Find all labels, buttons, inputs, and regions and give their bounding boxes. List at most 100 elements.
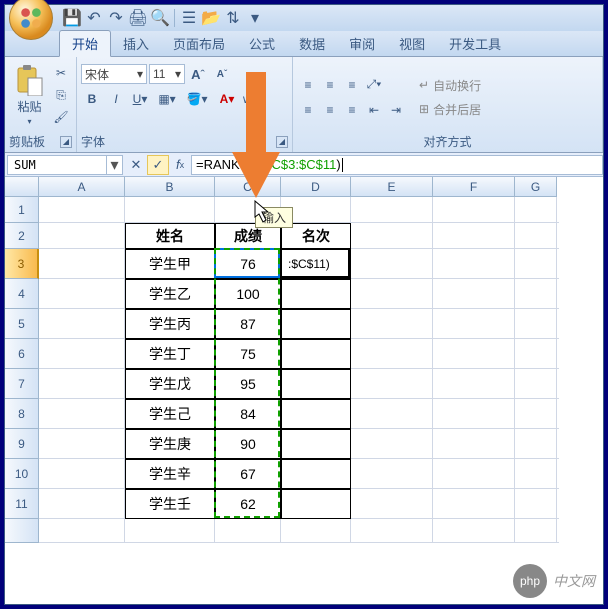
shrink-font-icon[interactable]: Aˇ [212,64,232,84]
paste-button[interactable]: 粘贴 ▾ [9,64,50,126]
column-header[interactable]: G [515,177,557,197]
row-header[interactable]: 1 [5,197,39,223]
row-header[interactable]: 7 [5,369,39,399]
cell-score[interactable]: 87 [215,309,281,339]
wrap-text-button[interactable]: ↵自动换行 [415,75,485,96]
format-painter-icon[interactable]: 🖌 [51,107,71,127]
row-header[interactable]: 4 [5,279,39,309]
cell-name[interactable]: 学生丁 [125,339,215,369]
grow-font-icon[interactable]: Aˆ [188,64,208,84]
cells-area[interactable]: 姓名成绩名次学生甲76:$C$11)学生乙100学生丙87学生丁75学生戊95学… [39,197,559,577]
dialog-launcher-icon[interactable]: ◢ [60,136,72,148]
font-color-icon[interactable]: A▾ [214,89,240,109]
indent-decrease-icon[interactable]: ⇤ [364,100,384,120]
row-header[interactable]: 8 [5,399,39,429]
row-header[interactable] [5,519,39,543]
align-top-icon[interactable]: ≡ [298,75,318,95]
cell-score[interactable]: 76 [215,249,281,279]
column-header[interactable]: C [215,177,281,197]
cell-score[interactable]: 100 [215,279,281,309]
italic-icon[interactable]: I [106,89,126,109]
row-header[interactable]: 2 [5,223,39,249]
tab-formulas[interactable]: 公式 [237,31,287,56]
cell-rank[interactable]: :$C$11) [281,249,351,279]
cell-score[interactable]: 67 [215,459,281,489]
row-header[interactable]: 5 [5,309,39,339]
fill-color-icon[interactable]: 🪣▾ [184,89,210,109]
align-left-icon[interactable]: ≡ [298,100,318,120]
tab-pagelayout[interactable]: 页面布局 [161,31,237,56]
cut-icon[interactable]: ✂ [51,63,71,83]
cancel-formula-button[interactable]: ✕ [125,155,147,175]
row-header[interactable]: 11 [5,489,39,519]
tab-home[interactable]: 开始 [59,30,111,57]
cell-rank[interactable] [281,399,351,429]
tab-data[interactable]: 数据 [287,31,337,56]
row-header[interactable]: 10 [5,459,39,489]
row-header[interactable]: 6 [5,339,39,369]
cell-score[interactable]: 62 [215,489,281,519]
bold-icon[interactable]: B [82,89,102,109]
cell-name[interactable]: 学生壬 [125,489,215,519]
cell-rank[interactable] [281,429,351,459]
sort-icon[interactable]: ⇅ [224,9,242,27]
merge-center-button[interactable]: ⊞合并后居 [415,99,485,120]
cell-name[interactable]: 学生己 [125,399,215,429]
tab-insert[interactable]: 插入 [111,31,161,56]
cell-score[interactable]: 84 [215,399,281,429]
new-icon[interactable]: ☰ [180,9,198,27]
orientation-icon[interactable]: ⤢▾ [364,75,384,95]
open-icon[interactable]: 📂 [202,9,220,27]
cell-name[interactable]: 学生丙 [125,309,215,339]
cell-rank[interactable] [281,279,351,309]
formula-input[interactable]: =RANK(C3,$C$3:$C$11) [191,155,603,175]
align-bottom-icon[interactable]: ≡ [342,75,362,95]
row-header[interactable]: 3 [5,249,39,279]
cell-name[interactable]: 学生乙 [125,279,215,309]
preview-icon[interactable]: 🔍 [151,9,169,27]
tab-review[interactable]: 审阅 [337,31,387,56]
font-size-select[interactable]: 11▾ [149,64,185,84]
row-header[interactable]: 9 [5,429,39,459]
tab-developer[interactable]: 开发工具 [437,31,513,56]
align-middle-icon[interactable]: ≡ [320,75,340,95]
table-header[interactable]: 姓名 [125,223,215,249]
underline-icon[interactable]: U▾ [130,89,150,109]
more-icon[interactable]: ▾ [246,9,264,27]
phonetic-icon[interactable]: wén [244,89,264,109]
column-header[interactable]: D [281,177,351,197]
select-all-button[interactable] [5,177,39,197]
save-icon[interactable]: 💾 [63,9,81,27]
cell-rank[interactable] [281,309,351,339]
insert-function-button[interactable]: fx [169,155,191,175]
column-header[interactable]: E [351,177,433,197]
cell-rank[interactable] [281,369,351,399]
cell-score[interactable]: 90 [215,429,281,459]
undo-icon[interactable]: ↶ [85,9,103,27]
cell-rank[interactable] [281,339,351,369]
cell-rank[interactable] [281,489,351,519]
border-icon[interactable]: ▦▾ [154,89,180,109]
cell-name[interactable]: 学生甲 [125,249,215,279]
cell-rank[interactable] [281,459,351,489]
column-header[interactable]: F [433,177,515,197]
align-center-icon[interactable]: ≡ [320,100,340,120]
chevron-down-icon[interactable]: ▾ [106,156,122,174]
align-right-icon[interactable]: ≡ [342,100,362,120]
tab-view[interactable]: 视图 [387,31,437,56]
copy-icon[interactable]: ⎘ [51,85,71,105]
name-box[interactable]: SUM ▾ [7,155,123,175]
redo-icon[interactable]: ↷ [107,9,125,27]
cell-score[interactable]: 95 [215,369,281,399]
dialog-launcher-icon[interactable]: ◢ [276,136,288,148]
cell-name[interactable]: 学生辛 [125,459,215,489]
indent-increase-icon[interactable]: ⇥ [386,100,406,120]
cell-name[interactable]: 学生戊 [125,369,215,399]
enter-formula-button[interactable]: ✓ [147,155,169,175]
column-header[interactable]: A [39,177,125,197]
column-header[interactable]: B [125,177,215,197]
cell-score[interactable]: 75 [215,339,281,369]
print-icon[interactable]: 🖨 [129,9,147,27]
font-family-select[interactable]: 宋体▾ [81,64,147,84]
cell-name[interactable]: 学生庚 [125,429,215,459]
